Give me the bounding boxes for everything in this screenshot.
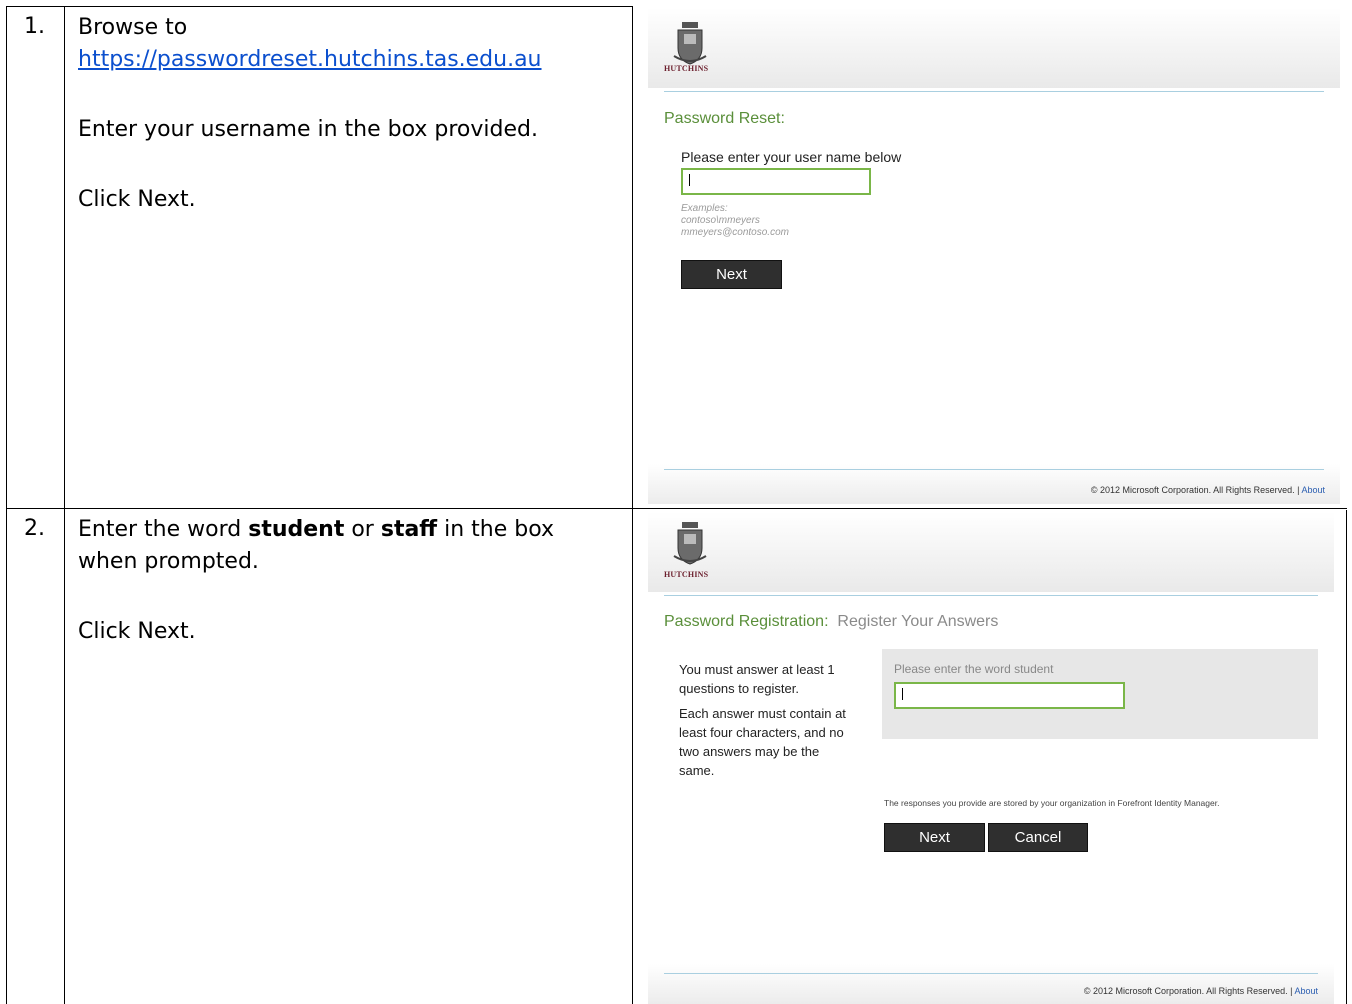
- password-registration-screenshot: HUTCHINS Password Registration: Register…: [648, 512, 1334, 1004]
- footer-rule: [664, 973, 1318, 974]
- rule-line: same.: [679, 763, 715, 778]
- logo-text: HUTCHINS: [664, 570, 709, 579]
- example-2: mmeyers@contoso.com: [681, 227, 789, 238]
- header-gradient: [648, 8, 1340, 88]
- step-1-line3: Click Next.: [78, 187, 196, 212]
- table-border-right: [1346, 510, 1347, 1004]
- footer-gradient: [648, 464, 1340, 504]
- table-border-row: [6, 508, 1347, 509]
- text-caret: [902, 688, 903, 700]
- logo-text: HUTCHINS: [664, 64, 709, 73]
- username-input[interactable]: [681, 168, 871, 195]
- answer-input[interactable]: [894, 682, 1125, 709]
- rule-line: least four characters, and no: [679, 725, 844, 740]
- about-link[interactable]: About: [1294, 986, 1318, 996]
- step-2-line1b: when prompted.: [78, 549, 259, 574]
- rule-line: two answers may be the: [679, 744, 820, 759]
- page-title: Password Registration: Register Your Ans…: [664, 613, 998, 631]
- next-button[interactable]: Next: [681, 260, 782, 289]
- example-1: contoso\mmeyers: [681, 215, 760, 226]
- word-student: student: [248, 517, 345, 542]
- header-gradient: [648, 512, 1334, 592]
- table-border-left: [6, 6, 7, 1004]
- step-2-line1: Enter the word student or staff in the b…: [78, 517, 555, 542]
- title-main: Password Registration:: [664, 613, 829, 630]
- step-1-line2: Enter your username in the box provided.: [78, 117, 538, 142]
- page-title: Password Reset:: [664, 110, 785, 127]
- registration-rules: You must answer at least 1 questions to …: [679, 660, 879, 780]
- text-caret: [689, 174, 690, 186]
- examples-title: Examples:: [681, 203, 728, 214]
- step-2-line2: Click Next.: [78, 619, 196, 644]
- table-border-mid: [632, 6, 633, 1004]
- footer: © 2012 Microsoft Corporation. All Rights…: [1091, 485, 1325, 495]
- storage-note: The responses you provide are stored by …: [884, 798, 1220, 808]
- table-border-top: [6, 6, 633, 7]
- rule-line: Each answer must contain at: [679, 706, 846, 721]
- header-rule: [664, 595, 1318, 596]
- question-label: Please enter the word student: [894, 662, 1054, 676]
- step-number: 2.: [24, 516, 45, 541]
- step-2-instructions: Enter the word student or staff in the b…: [78, 514, 623, 648]
- password-reset-link[interactable]: https://passwordreset.hutchins.tas.edu.a…: [78, 47, 542, 72]
- title-sub: Register Your Answers: [837, 613, 999, 630]
- copyright-text: © 2012 Microsoft Corporation. All Rights…: [1090, 485, 1300, 495]
- footer-rule: [664, 469, 1324, 470]
- step-1-line1: Browse to: [78, 15, 188, 40]
- username-examples: Examples: contoso\mmeyers mmeyers@contos…: [681, 203, 789, 239]
- table-border-num: [64, 6, 65, 1004]
- password-reset-screenshot: HUTCHINS Password Reset: Please enter yo…: [648, 8, 1340, 504]
- header-rule: [664, 91, 1324, 92]
- word-staff: staff: [380, 517, 438, 542]
- next-button[interactable]: Next: [884, 823, 985, 852]
- step-1-instructions: Browse to https://passwordreset.hutchins…: [78, 12, 623, 216]
- footer-gradient: [648, 964, 1334, 1004]
- copyright-text: © 2012 Microsoft Corporation. All Rights…: [1083, 986, 1293, 996]
- about-link[interactable]: About: [1301, 485, 1325, 495]
- cancel-button[interactable]: Cancel: [988, 823, 1088, 852]
- step-number: 1.: [24, 14, 45, 39]
- username-prompt: Please enter your user name below: [681, 149, 902, 165]
- footer: © 2012 Microsoft Corporation. All Rights…: [1084, 986, 1318, 996]
- rule-line: You must answer at least 1: [679, 662, 835, 677]
- rule-line: questions to register.: [679, 681, 799, 696]
